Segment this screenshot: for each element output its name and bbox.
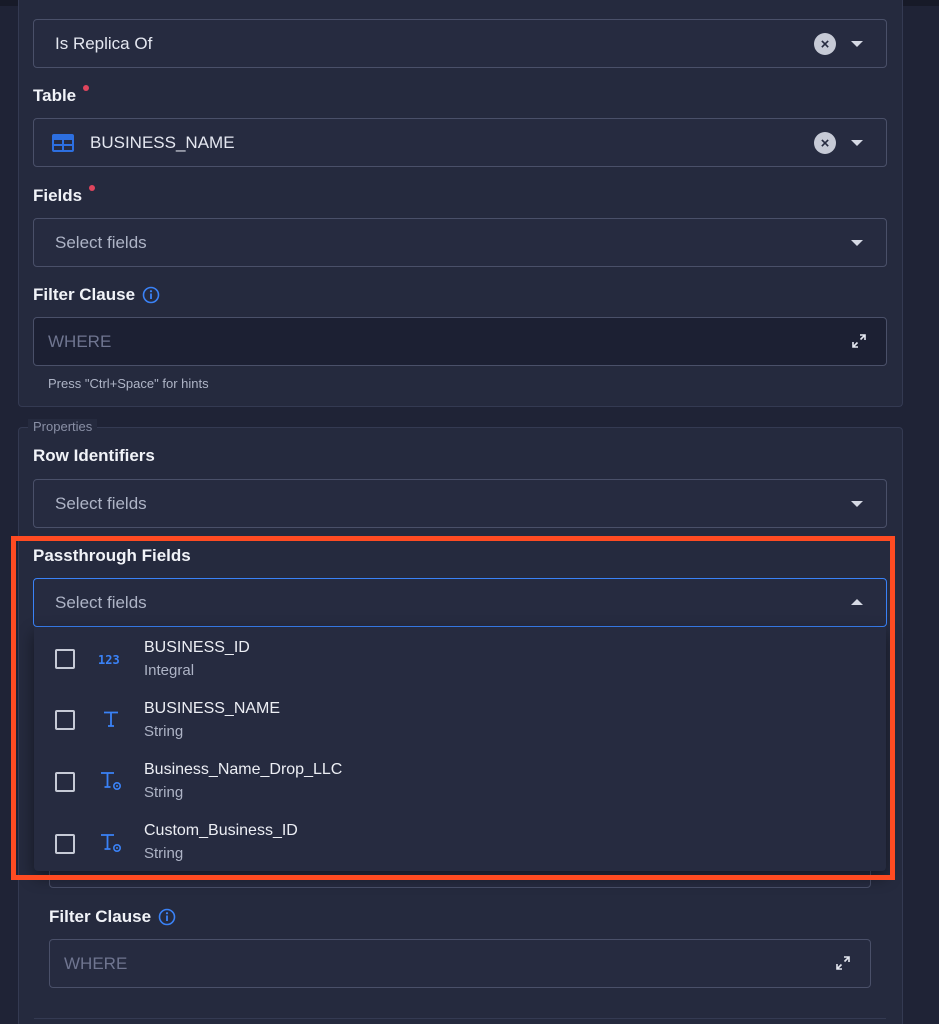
checkbox[interactable] bbox=[55, 649, 75, 669]
chevron-down-icon[interactable] bbox=[851, 140, 863, 146]
replica-select[interactable]: Is Replica Of × bbox=[33, 19, 887, 68]
option-name: Custom_Business_ID bbox=[144, 822, 298, 839]
properties-filter-clause-editor[interactable]: WHERE bbox=[49, 939, 871, 988]
fields-label: Fields bbox=[33, 185, 96, 206]
chevron-down-icon[interactable] bbox=[851, 240, 863, 246]
checkbox[interactable] bbox=[55, 834, 75, 854]
option-type: String bbox=[144, 845, 184, 862]
filter-clause-editor[interactable]: WHERE bbox=[33, 317, 887, 366]
divider bbox=[34, 1018, 886, 1019]
chevron-down-icon[interactable] bbox=[851, 41, 863, 47]
option-name: Business_Name_Drop_LLC bbox=[144, 761, 343, 778]
filter-clause-label: Filter Clause bbox=[33, 285, 160, 305]
string-type-icon bbox=[98, 708, 124, 730]
option-type: String bbox=[144, 723, 184, 740]
checkbox[interactable] bbox=[55, 710, 75, 730]
dropdown-option[interactable]: Custom_Business_ID String bbox=[34, 810, 886, 871]
chevron-up-icon[interactable] bbox=[851, 599, 863, 605]
dropdown-option[interactable]: BUSINESS_NAME String bbox=[34, 688, 886, 749]
passthrough-fields-dropdown: 123 BUSINESS_ID Integral BUSINESS_NAME S… bbox=[34, 627, 886, 871]
table-icon bbox=[52, 133, 74, 152]
properties-legend: Properties bbox=[28, 419, 98, 434]
info-icon[interactable] bbox=[158, 908, 176, 926]
row-identifiers-label: Row Identifiers bbox=[33, 446, 155, 465]
table-select[interactable]: BUSINESS_NAME × bbox=[33, 118, 887, 167]
fields-placeholder: Select fields bbox=[55, 232, 147, 252]
clear-icon[interactable]: × bbox=[814, 33, 836, 55]
svg-text:123: 123 bbox=[98, 653, 120, 666]
table-label: Table bbox=[33, 85, 90, 106]
option-name: BUSINESS_NAME bbox=[144, 700, 281, 717]
checkbox[interactable] bbox=[55, 772, 75, 792]
required-indicator bbox=[83, 85, 90, 91]
derived-string-type-icon bbox=[98, 832, 124, 854]
derived-string-type-icon bbox=[98, 770, 124, 792]
chevron-down-icon[interactable] bbox=[851, 501, 863, 507]
option-type: Integral bbox=[144, 662, 195, 679]
clear-icon[interactable]: × bbox=[814, 132, 836, 154]
info-icon[interactable] bbox=[142, 286, 160, 304]
filter-hint: Press "Ctrl+Space" for hints bbox=[48, 376, 209, 391]
fields-select[interactable]: Select fields bbox=[33, 218, 887, 267]
properties-filter-clause-placeholder: WHERE bbox=[64, 953, 128, 973]
properties-filter-clause-label: Filter Clause bbox=[49, 907, 176, 927]
replica-select-value: Is Replica Of bbox=[55, 33, 153, 53]
dropdown-option[interactable]: Business_Name_Drop_LLC String bbox=[34, 749, 886, 810]
row-identifiers-placeholder: Select fields bbox=[55, 493, 147, 513]
passthrough-fields-placeholder: Select fields bbox=[55, 592, 147, 612]
expand-icon[interactable] bbox=[852, 334, 866, 348]
passthrough-fields-select[interactable]: Select fields bbox=[33, 578, 887, 627]
passthrough-fields-label: Passthrough Fields bbox=[33, 546, 191, 565]
integer-type-icon: 123 bbox=[98, 648, 124, 670]
filter-clause-placeholder: WHERE bbox=[48, 331, 112, 351]
row-identifiers-select[interactable]: Select fields bbox=[33, 479, 887, 528]
expand-icon[interactable] bbox=[836, 956, 850, 970]
required-indicator bbox=[89, 185, 96, 191]
option-name: BUSINESS_ID bbox=[144, 639, 250, 656]
dropdown-option[interactable]: 123 BUSINESS_ID Integral bbox=[34, 627, 886, 688]
table-select-value: BUSINESS_NAME bbox=[90, 132, 235, 152]
option-type: String bbox=[144, 784, 184, 801]
